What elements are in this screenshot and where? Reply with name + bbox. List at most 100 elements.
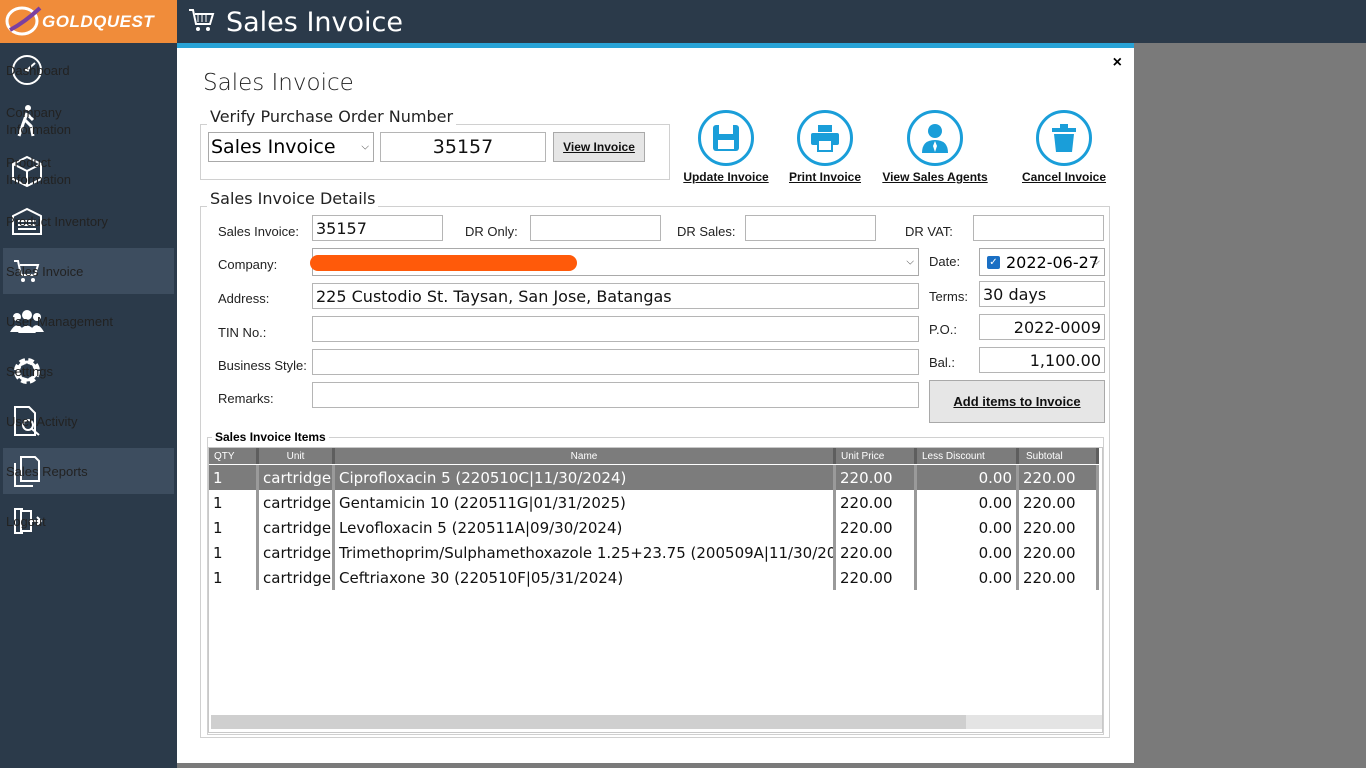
po-label: P.O.:: [929, 322, 957, 337]
horizontal-scrollbar[interactable]: [211, 715, 1102, 729]
column-header-name[interactable]: Name: [335, 448, 836, 464]
cancel-invoice-button[interactable]: Cancel Invoice: [1022, 110, 1106, 184]
column-header-less-discount[interactable]: Less Discount: [917, 448, 1019, 464]
view-invoice-button[interactable]: View Invoice: [553, 132, 645, 162]
cell-qty: 1: [209, 565, 259, 590]
top-bar: GOLDQUEST Sales Invoice: [0, 0, 1366, 43]
chevron-down-icon: ⌵: [361, 141, 369, 153]
cell-qty: 1: [209, 515, 259, 540]
sales-invoice-input[interactable]: 35157: [312, 215, 443, 241]
sidebar-item-label: Product Inventory: [6, 213, 108, 229]
po-input[interactable]: 2022-0009: [979, 314, 1105, 340]
remarks-label: Remarks:: [218, 391, 274, 406]
update-invoice-button[interactable]: Update Invoice: [683, 110, 769, 184]
cell-qty: 1: [209, 540, 259, 565]
cell-unit-price: 220.00: [836, 515, 917, 540]
sidebar-item-sales-invoice[interactable]: Sales Invoice: [3, 248, 174, 294]
print-invoice-button[interactable]: Print Invoice: [784, 110, 866, 184]
invoice-type-select[interactable]: Sales Invoice ⌵: [208, 132, 374, 162]
date-label: Date:: [929, 254, 961, 269]
sidebar-item-sales-reports[interactable]: Sales Reports: [3, 448, 174, 494]
date-value: 2022-06-27: [1006, 252, 1099, 272]
balance-label: Bal.:: [929, 355, 956, 370]
add-items-label: Add items to Invoice: [953, 394, 1081, 409]
table-row[interactable]: 1 cartridge Levofloxacin 5 (220511A|09/3…: [209, 515, 1099, 540]
sidebar-item-label: Logout: [6, 513, 46, 529]
sidebar: Dashboard Company Information Product In…: [0, 43, 177, 768]
cell-unit-price: 220.00: [836, 465, 917, 490]
close-icon[interactable]: ×: [1113, 54, 1122, 72]
save-disk-icon: [698, 110, 754, 166]
verify-po-legend: Verify Purchase Order Number: [207, 107, 457, 126]
address-input[interactable]: 225 Custodio St. Taysan, San Jose, Batan…: [312, 283, 919, 309]
dr-vat-input[interactable]: [973, 215, 1104, 241]
printer-icon: [797, 110, 853, 166]
chevron-down-icon: ⌵: [906, 256, 914, 268]
cell-unit: cartridge: [259, 540, 335, 565]
brand-logo: GOLDQUEST: [0, 0, 177, 43]
cell-name: Levofloxacin 5 (220511A|09/30/2024): [335, 515, 836, 540]
goldquest-logo-icon: [0, 0, 46, 43]
business-style-input[interactable]: [312, 349, 919, 375]
cell-unit: cartridge: [259, 465, 335, 490]
sidebar-item-user-activity[interactable]: User Activity: [3, 398, 174, 444]
table-row[interactable]: 1 cartridge Trimethoprim/Sulphamethoxazo…: [209, 540, 1099, 565]
cell-less-discount: 0.00: [917, 565, 1019, 590]
sidebar-item-logout[interactable]: Logout: [3, 498, 174, 544]
redacted-company-name: [310, 255, 577, 271]
sidebar-item-label: Sales Reports: [6, 463, 88, 479]
table-row[interactable]: 1 cartridge Ceftriaxone 30 (220510F|05/3…: [209, 565, 1099, 590]
invoice-details-legend: Sales Invoice Details: [207, 189, 379, 208]
column-header-subtotal[interactable]: Subtotal: [1019, 448, 1099, 464]
column-header-unit[interactable]: Unit: [259, 448, 335, 464]
cell-qty: 1: [209, 490, 259, 515]
sidebar-item-label: Sales Invoice: [6, 263, 84, 279]
add-items-button[interactable]: Add items to Invoice: [929, 380, 1105, 423]
po-number-input[interactable]: 35157: [380, 132, 546, 162]
sidebar-item-dashboard[interactable]: Dashboard: [3, 47, 174, 93]
table-row[interactable]: 1 cartridge Gentamicin 10 (220511G|01/31…: [209, 490, 1099, 515]
column-header-unit-price[interactable]: Unit Price: [836, 448, 917, 464]
dialog-title: Sales Invoice: [203, 70, 354, 96]
trash-icon: [1036, 110, 1092, 166]
brand-name: GOLDQUEST: [42, 11, 155, 31]
sidebar-item-settings[interactable]: Settings: [3, 348, 174, 394]
checkbox-checked-icon[interactable]: ✓: [987, 255, 1000, 269]
cell-less-discount: 0.00: [917, 515, 1019, 540]
cell-unit: cartridge: [259, 490, 335, 515]
company-label: Company:: [218, 257, 278, 272]
date-picker[interactable]: ✓ 2022-06-27 ⌵: [979, 248, 1105, 276]
sidebar-item-product-inventory[interactable]: Product Inventory: [3, 198, 174, 244]
dr-sales-input[interactable]: [745, 215, 876, 241]
page-header: Sales Invoice: [188, 4, 403, 40]
table-row[interactable]: 1 cartridge Ciprofloxacin 5 (220510C|11/…: [209, 465, 1099, 490]
cell-unit-price: 220.00: [836, 565, 917, 590]
remarks-input[interactable]: [312, 382, 919, 408]
cell-less-discount: 0.00: [917, 540, 1019, 565]
cell-name: Gentamicin 10 (220511G|01/31/2025): [335, 490, 836, 515]
tin-label: TIN No.:: [218, 325, 267, 340]
tin-input[interactable]: [312, 316, 919, 342]
page-title: Sales Invoice: [226, 6, 403, 38]
column-header-qty[interactable]: QTY: [209, 448, 259, 464]
invoice-items-table[interactable]: QTY Unit Name Unit Price Less Discount S…: [208, 447, 1103, 733]
sidebar-item-product-information[interactable]: Product Information: [3, 148, 174, 194]
dr-only-input[interactable]: [530, 215, 661, 241]
sidebar-item-company-information[interactable]: Company Information: [3, 98, 174, 144]
view-sales-agents-button[interactable]: View Sales Agents: [882, 110, 988, 184]
cell-name: Ceftriaxone 30 (220510F|05/31/2024): [335, 565, 836, 590]
view-sales-agents-label: View Sales Agents: [882, 170, 988, 184]
sales-invoice-label: Sales Invoice:: [218, 224, 299, 239]
sidebar-item-user-management[interactable]: User Management: [3, 298, 174, 344]
balance-input[interactable]: 1,100.00: [979, 347, 1105, 373]
cell-name: Ciprofloxacin 5 (220510C|11/30/2024): [335, 465, 836, 490]
terms-input[interactable]: 30 days: [979, 281, 1105, 307]
cell-subtotal: 220.00: [1019, 465, 1099, 490]
sidebar-item-label: Product Information: [6, 155, 72, 187]
cancel-invoice-label: Cancel Invoice: [1021, 170, 1107, 184]
cell-subtotal: 220.00: [1019, 565, 1099, 590]
scrollbar-thumb[interactable]: [211, 715, 966, 729]
sidebar-item-label: User Management: [6, 313, 113, 329]
cell-name: Trimethoprim/Sulphamethoxazole 1.25+23.7…: [335, 540, 836, 565]
sidebar-item-label: User Activity: [6, 413, 78, 429]
